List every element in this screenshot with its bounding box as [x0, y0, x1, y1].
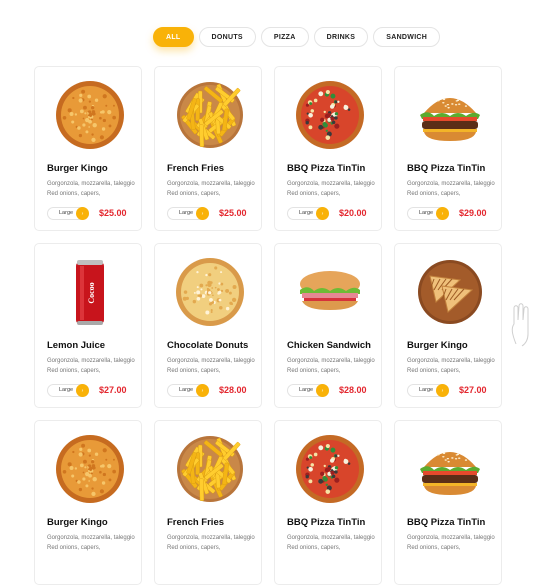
product-card[interactable]: French Fries Gorgonzola, mozzarella, tale… [154, 66, 262, 231]
product-description: Gorgonzola, mozzarella, taleggio Red oni… [47, 181, 135, 197]
tab-pizza[interactable]: PIZZA [260, 27, 309, 47]
product-description: Gorgonzola, mozzarella, taleggio Red oni… [287, 535, 375, 551]
size-selector[interactable]: Large › [287, 207, 329, 220]
size-label: Large [179, 387, 194, 393]
product-description: Gorgonzola, mozzarella, taleggio Red oni… [287, 181, 375, 197]
size-label: Large [59, 210, 74, 216]
tab-all[interactable]: ALL [153, 27, 194, 47]
chevron-right-icon[interactable]: › [76, 384, 89, 397]
product-description: Gorgonzola, mozzarella, taleggio Red oni… [287, 358, 375, 374]
product-card[interactable]: Burger Kingo Gorgonzola, mozzarella, tale… [394, 243, 502, 408]
burger-image [420, 98, 480, 141]
product-card[interactable]: BBQ Pizza TinTin Gorgonzola, mozzarella, … [274, 420, 382, 585]
cheese-pizza-light-image [176, 258, 244, 326]
product-name[interactable]: BBQ Pizza TinTin [407, 517, 485, 528]
size-label: Large [419, 210, 434, 216]
category-filter-tabs: ALL DONUTS PIZZA DRINKS SANDWICH [153, 27, 441, 47]
french-fries-image [177, 436, 243, 502]
tab-drinks[interactable]: DRINKS [313, 27, 369, 47]
product-description: Gorgonzola, mozzarella, taleggio Red oni… [407, 358, 495, 374]
cheese-pizza-image [56, 81, 124, 149]
tab-donuts[interactable]: DONUTS [198, 27, 256, 47]
product-price: $29.00 [459, 208, 487, 218]
size-label: Large [179, 210, 194, 216]
size-label: Large [299, 210, 314, 216]
size-label: Large [59, 387, 74, 393]
product-description: Gorgonzola, mozzarella, taleggio Red oni… [167, 535, 255, 551]
product-price: $20.00 [339, 208, 367, 218]
product-grid: Burger Kingo Gorgonzola, mozzarella, tale… [34, 66, 502, 585]
size-label: Large [299, 387, 314, 393]
chevron-right-icon[interactable]: › [76, 207, 89, 220]
product-description: Gorgonzola, mozzarella, taleggio Red oni… [47, 535, 135, 551]
chevron-right-icon[interactable]: › [316, 384, 329, 397]
french-fries-image [177, 82, 243, 148]
product-description: Gorgonzola, mozzarella, taleggio Red oni… [407, 181, 495, 197]
product-price: $27.00 [99, 385, 127, 395]
size-selector[interactable]: Large › [167, 384, 209, 397]
pointer-hand-icon [511, 303, 529, 347]
product-card[interactable]: Burger Kingo Gorgonzola, mozzarella, tale… [34, 420, 142, 585]
product-price: $28.00 [219, 385, 247, 395]
product-card[interactable]: BBQ Pizza TinTin Gorgonzola, mozzarella, … [274, 66, 382, 231]
product-name[interactable]: Lemon Juice [47, 340, 105, 351]
size-selector[interactable]: Large › [407, 384, 449, 397]
veggie-pizza-image [296, 435, 364, 503]
size-selector[interactable]: Large › [287, 384, 329, 397]
chevron-right-icon[interactable]: › [316, 207, 329, 220]
chevron-right-icon[interactable]: › [436, 384, 449, 397]
product-card[interactable]: Chicken Sandwich Gorgonzola, mozzarella, … [274, 243, 382, 408]
product-name[interactable]: Chocolate Donuts [167, 340, 248, 351]
chevron-right-icon[interactable]: › [196, 207, 209, 220]
product-price: $28.00 [339, 385, 367, 395]
burger-image [420, 452, 480, 495]
product-name[interactable]: Burger Kingo [47, 163, 108, 174]
product-card[interactable]: Cocoo Lemon Juice Gorgonzola, mozzarella, … [34, 243, 142, 408]
soda-can-image: Cocoo [76, 260, 104, 325]
product-name[interactable]: BBQ Pizza TinTin [407, 163, 485, 174]
size-selector[interactable]: Large › [167, 207, 209, 220]
product-name[interactable]: French Fries [167, 163, 224, 174]
chevron-right-icon[interactable]: › [196, 384, 209, 397]
tab-sandwich[interactable]: SANDWICH [373, 27, 441, 47]
product-card[interactable]: Chocolate Donuts Gorgonzola, mozzarella, … [154, 243, 262, 408]
product-description: Gorgonzola, mozzarella, taleggio Red oni… [167, 181, 255, 197]
size-selector[interactable]: Large › [47, 207, 89, 220]
product-card[interactable]: French Fries Gorgonzola, mozzarella, tale… [154, 420, 262, 585]
cheese-pizza-image [56, 435, 124, 503]
product-description: Gorgonzola, mozzarella, taleggio Red oni… [407, 535, 495, 551]
product-description: Gorgonzola, mozzarella, taleggio Red oni… [47, 358, 135, 374]
product-name[interactable]: Chicken Sandwich [287, 340, 371, 351]
can-label: Cocoo [87, 282, 96, 303]
product-card[interactable]: BBQ Pizza TinTin Gorgonzola, mozzarella, … [394, 66, 502, 231]
product-name[interactable]: French Fries [167, 517, 224, 528]
veggie-pizza-image [296, 81, 364, 149]
product-name[interactable]: BBQ Pizza TinTin [287, 163, 365, 174]
product-card[interactable]: BBQ Pizza TinTin Gorgonzola, mozzarella, … [394, 420, 502, 585]
size-label: Large [419, 387, 434, 393]
chevron-right-icon[interactable]: › [436, 207, 449, 220]
product-price: $27.00 [459, 385, 487, 395]
product-card[interactable]: Burger Kingo Gorgonzola, mozzarella, tale… [34, 66, 142, 231]
product-price: $25.00 [219, 208, 247, 218]
product-price: $25.00 [99, 208, 127, 218]
product-name[interactable]: BBQ Pizza TinTin [287, 517, 365, 528]
size-selector[interactable]: Large › [47, 384, 89, 397]
product-description: Gorgonzola, mozzarella, taleggio Red oni… [167, 358, 255, 374]
product-name[interactable]: Burger Kingo [407, 340, 468, 351]
size-selector[interactable]: Large › [407, 207, 449, 220]
product-name[interactable]: Burger Kingo [47, 517, 108, 528]
sandwich-image [300, 271, 360, 310]
grilled-sandwich-image [418, 260, 482, 324]
